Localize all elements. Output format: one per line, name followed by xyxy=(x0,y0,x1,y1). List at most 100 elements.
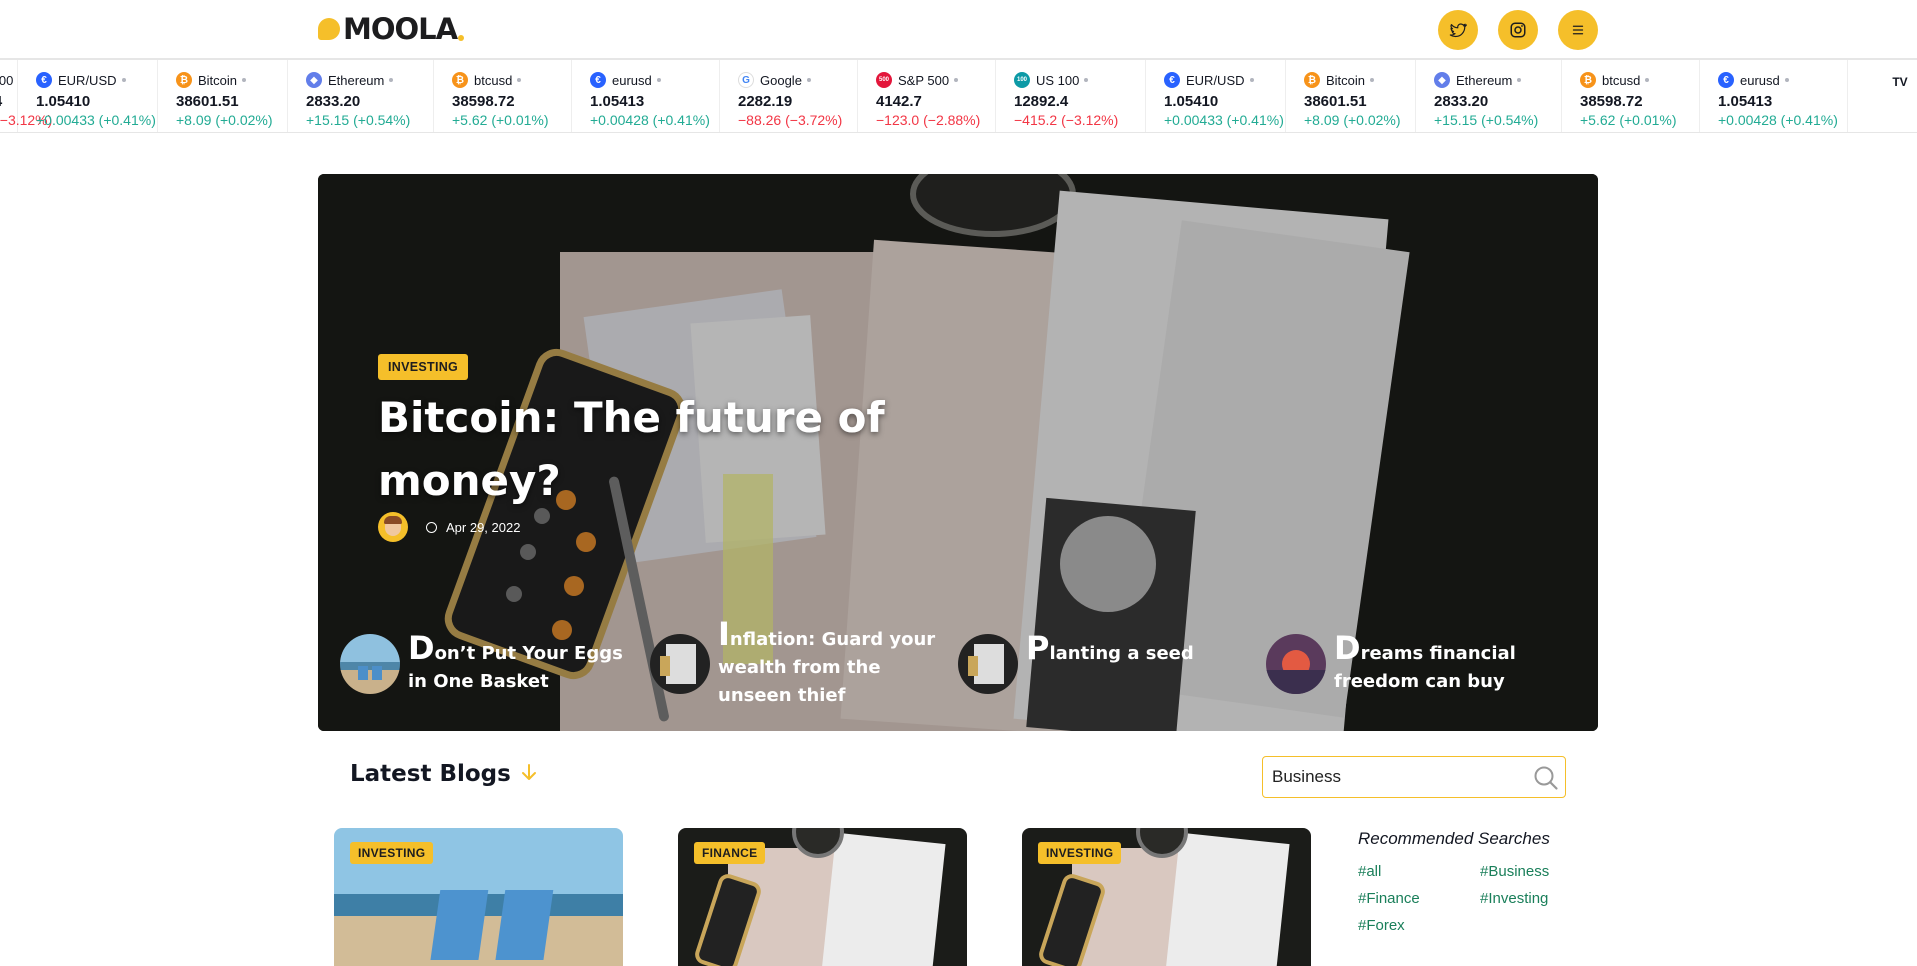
related-post-2[interactable]: Inflation: Guard your wealth from the un… xyxy=(650,615,948,710)
search-input[interactable] xyxy=(1272,767,1522,787)
ticker-symbol-icon: ₿ xyxy=(452,72,468,88)
ticker-symbol-icon: 100 xyxy=(1014,72,1030,88)
hero-featured-post[interactable]: INVESTING Bitcoin: The future of money? … xyxy=(318,174,1598,731)
ticker-symbol-icon: G xyxy=(738,72,754,88)
ticker-name: Ethereum xyxy=(1456,72,1513,88)
search-box xyxy=(1262,756,1566,798)
ticker-change: −123.0 (−2.88%) xyxy=(876,112,981,128)
tag-link[interactable]: #Business xyxy=(1480,861,1590,882)
ticker-price: 38601.51 xyxy=(1304,93,1367,110)
ticker-change: +0.00433 (+0.41%) xyxy=(1164,112,1284,128)
market-status-dot-icon xyxy=(1645,78,1650,82)
ticker-name: Google xyxy=(760,72,802,88)
market-status-dot-icon xyxy=(121,78,126,82)
ticker-change: +15.15 (+0.54%) xyxy=(306,112,411,128)
market-status-dot-icon xyxy=(1084,78,1089,82)
related-post-title: Dreams financial freedom can buy xyxy=(1334,629,1516,692)
related-post-1[interactable]: Don’t Put Your Eggs in One Basket xyxy=(340,629,638,696)
ticker-item[interactable]: ₿ Bitcoin 38601.51 +8.09 (+0.02%) xyxy=(1286,60,1416,132)
menu-button[interactable] xyxy=(1558,10,1598,50)
card-category-badge[interactable]: FINANCE xyxy=(694,842,766,864)
ticker-symbol-icon: € xyxy=(36,72,52,88)
related-post-title: Inflation: Guard your wealth from the un… xyxy=(718,615,936,706)
ticker-price: 1.05410 xyxy=(1164,93,1219,110)
recommended-searches-title: Recommended Searches xyxy=(1358,829,1550,848)
tradingview-logo-icon[interactable]: TV xyxy=(1883,60,1917,104)
site-logo[interactable]: MOOLA xyxy=(318,12,465,46)
related-post-3[interactable]: Planting a seed xyxy=(958,629,1256,694)
ticker-item[interactable]: 100US 10012892.4−415.2 (−3.12%) xyxy=(0,60,53,132)
tax-forms-image xyxy=(650,634,710,694)
ticker-change: +5.62 (+0.01%) xyxy=(452,112,549,128)
blog-card-2[interactable]: FINANCE xyxy=(678,828,967,966)
card-category-badge[interactable]: INVESTING xyxy=(1038,842,1122,864)
logo-text: MOOLA xyxy=(343,12,458,46)
related-post-4[interactable]: Dreams financial freedom can buy xyxy=(1266,629,1564,696)
ticker-item[interactable]: G Google 2282.19 −88.26 (−3.72%) xyxy=(720,60,858,132)
tag-link[interactable]: #Investing xyxy=(1480,888,1590,909)
market-status-dot-icon xyxy=(954,78,959,82)
ticker-item[interactable]: 100US 10012892.4−415.2 (−3.12%) xyxy=(996,60,1146,132)
ticker-price: 4142.7 xyxy=(876,93,922,110)
market-status-dot-icon xyxy=(806,78,811,82)
ticker-item[interactable]: ₿ btcusd 38598.72 +5.62 (+0.01%) xyxy=(434,60,572,132)
ticker-symbol: ₿ Bitcoin xyxy=(176,72,287,88)
ticker-symbol: G Google xyxy=(738,72,857,88)
author-avatar[interactable] xyxy=(378,512,408,542)
ticker-name: EUR/USD xyxy=(58,72,117,88)
ticker-symbol-icon: ₿ xyxy=(1304,72,1320,88)
ticker-name: btcusd xyxy=(474,72,513,88)
ticker-change: −415.2 (−3.12%) xyxy=(0,112,53,128)
tag-link[interactable]: #Finance xyxy=(1358,888,1480,909)
ticker-item[interactable]: ₿ btcusd 38598.72 +5.62 (+0.01%) xyxy=(1562,60,1700,132)
ticker-name: Bitcoin xyxy=(198,72,238,88)
blog-card-1[interactable]: INVESTING xyxy=(334,828,623,966)
tax-forms-image xyxy=(958,634,1018,694)
ticker-symbol-icon: 500 xyxy=(876,72,892,88)
ticker-name: Ethereum xyxy=(328,72,385,88)
ticker-symbol: ◆ Ethereum xyxy=(306,72,433,88)
blog-card-3[interactable]: INVESTING xyxy=(1022,828,1311,966)
hero-related-posts: Don’t Put Your Eggs in One Basket Inflat… xyxy=(340,615,1580,714)
ticker-item[interactable]: ◆ Ethereum 2833.20 +15.15 (+0.54%) xyxy=(1416,60,1562,132)
ticker-change: +0.00433 (+0.41%) xyxy=(36,112,156,128)
ticker-symbol-icon: ◆ xyxy=(306,72,322,88)
ticker-item[interactable]: ◆ Ethereum 2833.20 +15.15 (+0.54%) xyxy=(288,60,434,132)
hero-category-badge[interactable]: INVESTING xyxy=(378,354,469,380)
ticker-symbol: ₿ btcusd xyxy=(1580,72,1699,88)
card-category-badge[interactable]: INVESTING xyxy=(350,842,434,864)
ticker-name: eurusd xyxy=(612,72,652,88)
ticker-item[interactable]: 500 S&P 500 4142.7 −123.0 (−2.88%) xyxy=(858,60,996,132)
ticker-item[interactable]: € EUR/USD 1.05410 +0.00433 (+0.41%) xyxy=(1146,60,1286,132)
ticker-name: EUR/USD xyxy=(1186,72,1245,88)
recommended-tags: #all #Business #Finance #Investing #Fore… xyxy=(1358,861,1598,936)
ticker-item[interactable]: € eurusd 1.05413 +0.00428 (+0.41%) xyxy=(572,60,720,132)
ticker-item[interactable]: € eurusd 1.05413 +0.00428 (+0.41%) xyxy=(1700,60,1848,132)
ticker-price: 12892.4 xyxy=(0,93,17,110)
arrow-down-icon xyxy=(522,764,536,780)
market-status-dot-icon xyxy=(1370,78,1375,82)
related-post-thumb xyxy=(650,634,710,694)
menu-icon xyxy=(1572,25,1584,35)
tag-link[interactable]: #all xyxy=(1358,861,1480,882)
instagram-button[interactable] xyxy=(1498,10,1538,50)
ticker-name: US 100 xyxy=(1036,72,1080,88)
hero-date: Apr 29, 2022 xyxy=(446,519,521,535)
beach-chairs-image xyxy=(340,634,400,694)
twitter-button[interactable] xyxy=(1438,10,1478,50)
ticker-symbol: ₿ Bitcoin xyxy=(1304,72,1415,88)
ticker-item[interactable]: ₿ Bitcoin 38601.51 +8.09 (+0.02%) xyxy=(158,60,288,132)
market-status-dot-icon xyxy=(389,78,394,82)
ticker-price: 1.05413 xyxy=(1718,93,1773,110)
ticker-price: 12892.4 xyxy=(1014,93,1069,110)
hero-title[interactable]: Bitcoin: The future of money? xyxy=(378,386,938,512)
related-post-thumb xyxy=(1266,634,1326,694)
search-icon[interactable] xyxy=(1533,765,1559,791)
ticker-item[interactable]: € EUR/USD 1.05410 +0.00433 (+0.41%) xyxy=(18,60,158,132)
clock-icon xyxy=(426,521,437,533)
tag-link[interactable]: #Forex xyxy=(1358,915,1480,936)
ticker-price: 38598.72 xyxy=(452,93,515,110)
logo-mark-icon xyxy=(318,18,340,40)
ticker-name: S&P 500 xyxy=(898,72,950,88)
ticker-symbol-icon: ◆ xyxy=(1434,72,1450,88)
